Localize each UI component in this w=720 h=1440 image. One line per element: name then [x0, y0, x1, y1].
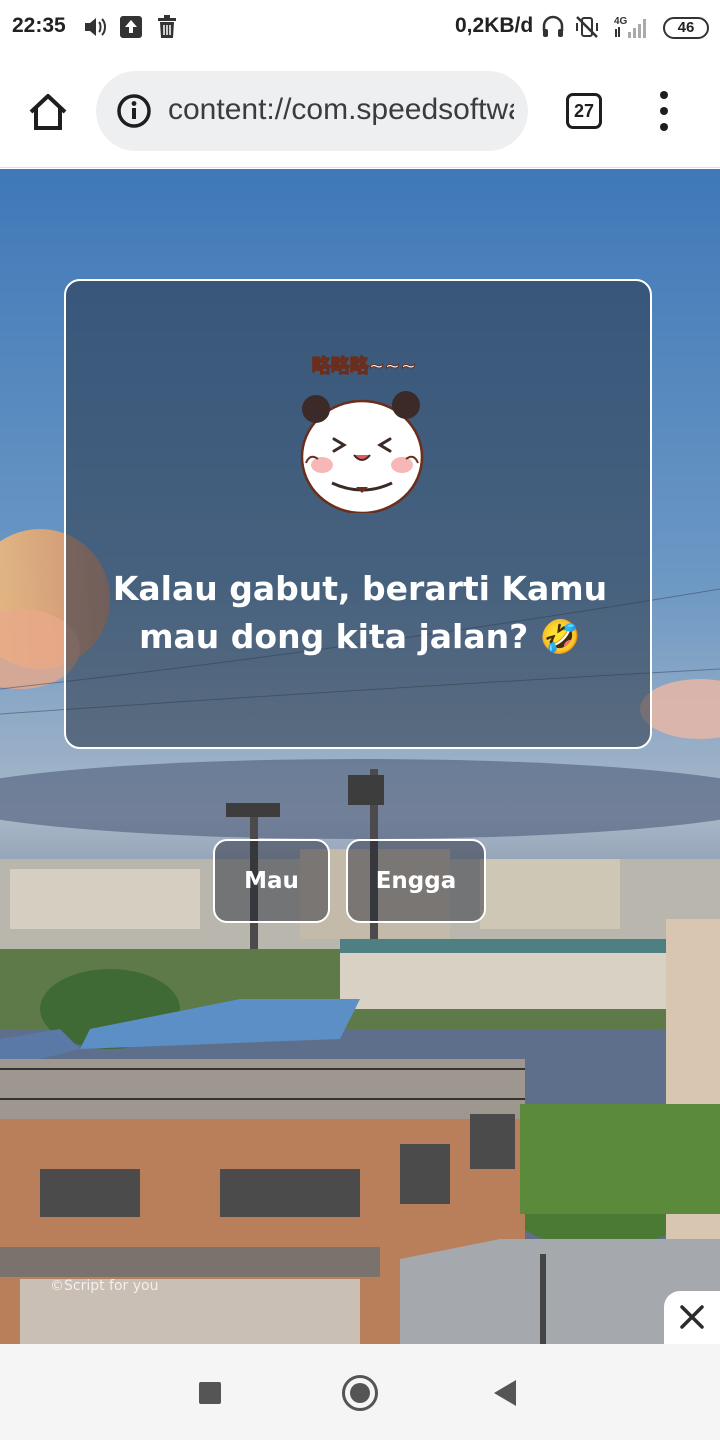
nav-home-icon[interactable] [342, 1375, 378, 1411]
watermark: ©Script for you [50, 1278, 159, 1294]
signal-icon: 4G [614, 16, 646, 38]
info-icon[interactable] [116, 93, 152, 129]
back-icon[interactable] [494, 1380, 516, 1406]
system-nav-bar [0, 1344, 720, 1440]
trash-icon [158, 15, 176, 38]
engga-button[interactable]: Engga [346, 839, 486, 923]
panda-sticker: 略略略~~~ [284, 351, 444, 519]
browser-toolbar: content://com.speedsoftware.rootexplorer… [0, 56, 720, 168]
volume-icon [85, 18, 106, 36]
status-bar: 22:35 0,2KB/d 4G 46 [0, 0, 720, 56]
close-icon[interactable] [664, 1291, 720, 1344]
panda-icon [300, 391, 424, 513]
address-bar[interactable]: content://com.speedsoftware.rootexplorer… [96, 71, 528, 151]
net-speed: 0,2KB/d [455, 14, 534, 37]
sticker-caption: 略略略~~~ [311, 355, 417, 378]
card-message: Kalau gabut, berarti Kamu mau dong kita … [112, 569, 608, 656]
battery-icon: 46 [663, 17, 709, 39]
tabs-button[interactable]: 27 [566, 93, 602, 129]
headset-icon [542, 15, 564, 37]
url-text[interactable]: content://com.speedsoftware.rootexplorer… [168, 93, 514, 127]
upload-icon [120, 16, 142, 38]
recents-icon[interactable] [199, 1382, 221, 1404]
vibrate-off-icon [576, 16, 598, 38]
more-vert-icon[interactable] [652, 91, 676, 131]
ad-close-button[interactable] [664, 1291, 720, 1344]
web-content: 略略略~~~ Kalau gabut, berarti Kamu mau don… [0, 169, 720, 1344]
status-time: 22:35 [12, 14, 66, 37]
question-card: 略略略~~~ Kalau gabut, berarti Kamu mau don… [64, 279, 652, 749]
network-type-label: 4G [614, 16, 628, 27]
mau-button[interactable]: Mau [213, 839, 330, 923]
home-icon[interactable] [26, 90, 70, 134]
